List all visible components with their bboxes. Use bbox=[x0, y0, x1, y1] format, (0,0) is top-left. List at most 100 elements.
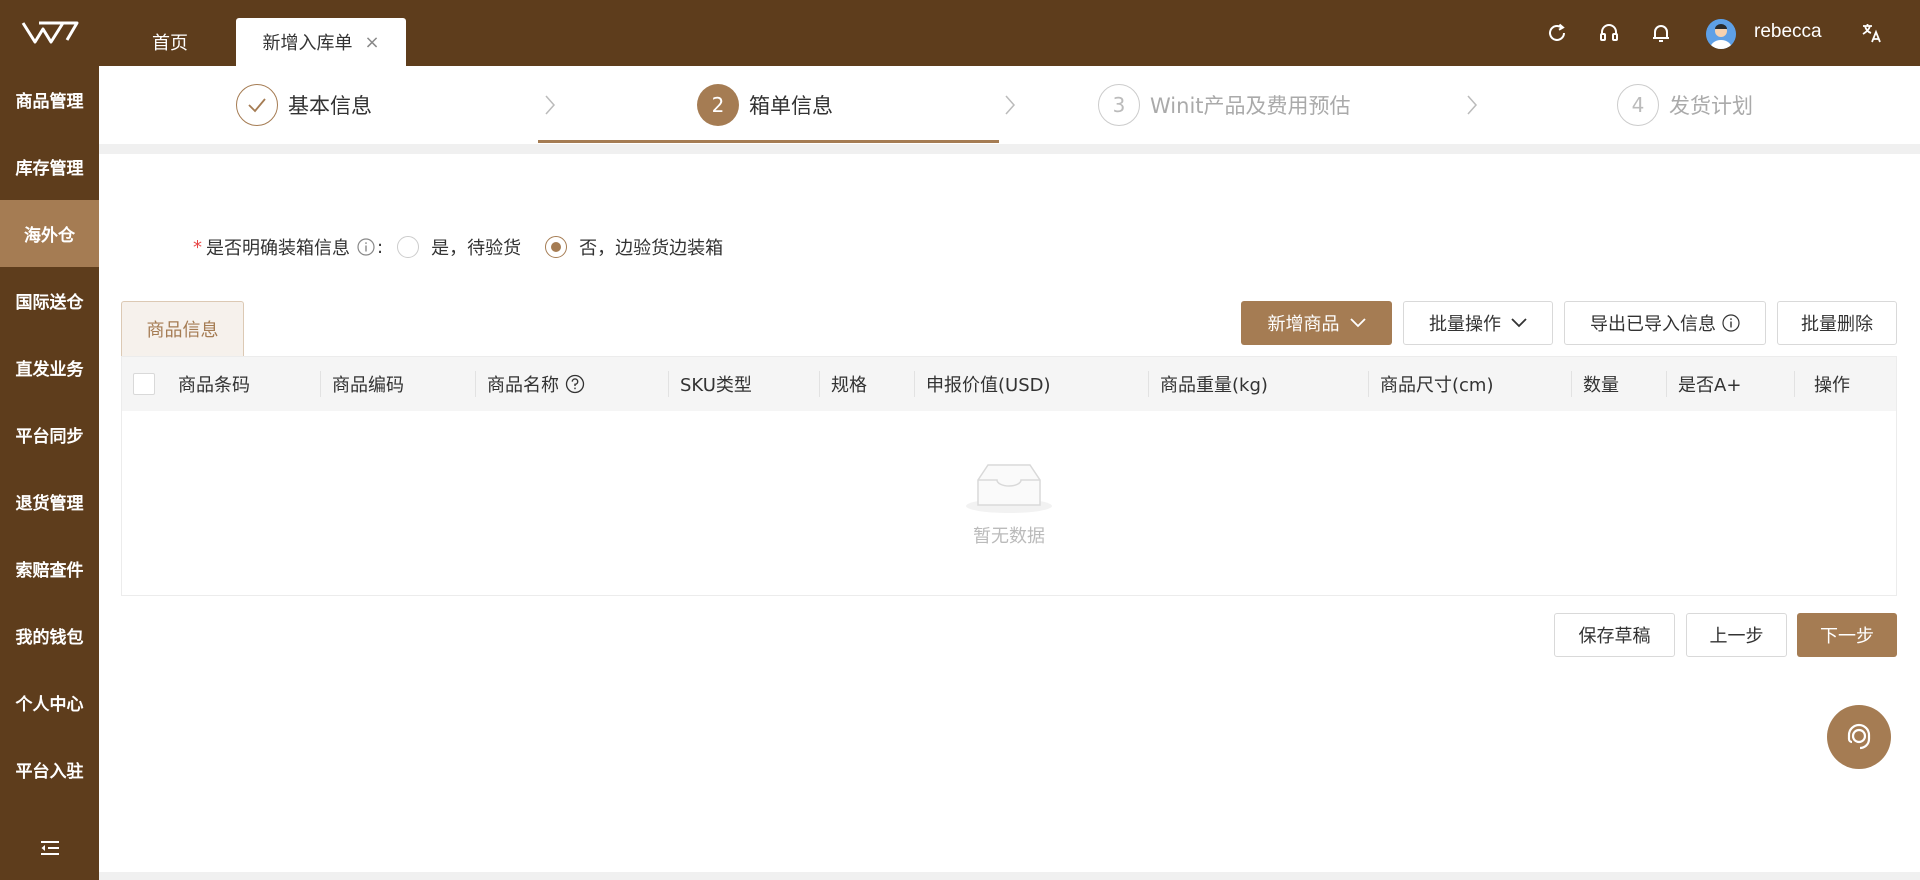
sidebar-item-inventory[interactable]: 库存管理 bbox=[0, 133, 99, 200]
translate-icon[interactable] bbox=[1859, 20, 1885, 46]
batch-operations-button[interactable]: 批量操作 bbox=[1403, 301, 1553, 345]
sidebar-item-wallet[interactable]: 我的钱包 bbox=[0, 602, 99, 669]
column-header-spec: 规格 bbox=[831, 375, 867, 396]
tab-home[interactable]: 首页 bbox=[129, 18, 211, 66]
column-header-declared-value: 申报价值(USD) bbox=[926, 375, 1051, 396]
chevron-right-icon bbox=[1467, 95, 1478, 115]
menu-fold-button[interactable] bbox=[0, 830, 99, 866]
step-shipping-plan[interactable]: 4 发货计划 bbox=[1617, 84, 1753, 126]
column-divider bbox=[819, 371, 820, 397]
export-imported-info-button[interactable]: 导出已导入信息 bbox=[1564, 301, 1766, 345]
empty-text: 暂无数据 bbox=[973, 526, 1045, 547]
sidebar-item-platform-sync[interactable]: 平台同步 bbox=[0, 401, 99, 468]
column-header-sku-type: SKU类型 bbox=[680, 375, 752, 396]
refresh-icon[interactable] bbox=[1544, 20, 1570, 46]
tab-new-inbound-order[interactable]: 新增入库单 × bbox=[236, 18, 406, 66]
sidebar-item-direct-shipping[interactable]: 直发业务 bbox=[0, 334, 99, 401]
tab-label: 新增入库单 bbox=[262, 33, 353, 54]
batch-operations-label: 批量操作 bbox=[1429, 314, 1501, 335]
headset-icon[interactable] bbox=[1596, 20, 1622, 46]
check-icon bbox=[236, 84, 278, 126]
tab-product-info[interactable]: 商品信息 bbox=[121, 301, 244, 356]
chevron-down-icon bbox=[1349, 318, 1366, 328]
sidebar-item-product-management[interactable]: 商品管理 bbox=[0, 66, 99, 133]
sidebar-item-international-delivery[interactable]: 国际送仓 bbox=[0, 267, 99, 334]
sidebar-item-platform-onboarding[interactable]: 平台入驻 bbox=[0, 736, 99, 803]
step-number: 2 bbox=[697, 84, 739, 126]
sidebar-item-returns[interactable]: 退货管理 bbox=[0, 468, 99, 535]
sidebar: 商品管理 库存管理 海外仓 国际送仓 直发业务 平台同步 退货管理 索赔查件 我… bbox=[0, 0, 99, 880]
bottom-border bbox=[99, 872, 1920, 880]
menu-fold-icon bbox=[40, 841, 59, 855]
column-header-product-code: 商品编码 bbox=[332, 375, 404, 396]
logo-icon bbox=[21, 21, 78, 44]
table-header: 商品条码 商品编码 商品名称 SKU类型 规格 申报价值(USD) 商品重量(k… bbox=[122, 357, 1896, 411]
column-divider bbox=[1571, 371, 1572, 397]
column-divider bbox=[668, 371, 669, 397]
username[interactable]: rebecca bbox=[1754, 21, 1822, 43]
sidebar-item-overseas-warehouse[interactable]: 海外仓 bbox=[0, 200, 99, 267]
active-step-underline bbox=[538, 140, 999, 143]
required-mark: * bbox=[193, 236, 202, 258]
export-imported-label: 导出已导入信息 bbox=[1590, 314, 1716, 335]
info-icon bbox=[1722, 314, 1740, 332]
step-title: 发货计划 bbox=[1669, 94, 1753, 118]
step-number: 3 bbox=[1098, 84, 1140, 126]
batch-delete-button[interactable]: 批量删除 bbox=[1777, 301, 1897, 345]
avatar[interactable] bbox=[1706, 19, 1736, 49]
radio-label: 否，边验货边装箱 bbox=[579, 238, 724, 259]
radio-no-inspect-while-packing[interactable]: 否，边验货边装箱 bbox=[545, 234, 723, 260]
sidebar-item-personal-center[interactable]: 个人中心 bbox=[0, 669, 99, 736]
column-label: 商品名称 bbox=[487, 375, 559, 396]
step-packing-info[interactable]: 2 箱单信息 bbox=[697, 84, 833, 126]
top-header: 首页 新增入库单 × rebecca bbox=[99, 0, 1920, 66]
step-basic-info[interactable]: 基本信息 bbox=[236, 84, 372, 126]
customer-service-button[interactable] bbox=[1827, 705, 1891, 769]
info-icon[interactable] bbox=[357, 238, 375, 256]
column-divider bbox=[1368, 371, 1369, 397]
column-divider bbox=[475, 371, 476, 397]
chevron-right-icon bbox=[1005, 95, 1016, 115]
radio-circle[interactable] bbox=[397, 236, 420, 258]
step-winit-product-fee[interactable]: 3 Winit产品及费用预估 bbox=[1098, 84, 1351, 126]
radio-yes-pending-inspection[interactable]: 是，待验货 bbox=[397, 234, 521, 260]
column-header-a-plus: 是否A+ bbox=[1678, 375, 1742, 396]
add-product-label: 新增商品 bbox=[1267, 314, 1340, 335]
colon: : bbox=[377, 236, 384, 258]
step-title: Winit产品及费用预估 bbox=[1150, 94, 1351, 118]
save-draft-button[interactable]: 保存草稿 bbox=[1554, 613, 1675, 657]
column-divider bbox=[1148, 371, 1149, 397]
column-divider bbox=[1666, 371, 1667, 397]
column-header-dimensions: 商品尺寸(cm) bbox=[1380, 375, 1494, 396]
column-divider bbox=[914, 371, 915, 397]
select-all-checkbox[interactable] bbox=[133, 373, 155, 395]
question-circle-icon[interactable] bbox=[565, 374, 585, 394]
packing-info-radio-group: * 是否明确装箱信息 : 是，待验货 否，边验货边装箱 bbox=[193, 232, 723, 262]
steps-bar: 基本信息 2 箱单信息 3 Winit产品及费用预估 4 发货计划 bbox=[99, 66, 1920, 144]
empty-state: 暂无数据 bbox=[122, 411, 1896, 595]
radio-circle-checked[interactable] bbox=[545, 236, 568, 258]
column-divider bbox=[320, 371, 321, 397]
bell-icon[interactable] bbox=[1648, 20, 1674, 46]
question-label: 是否明确装箱信息 bbox=[206, 238, 350, 259]
previous-step-button[interactable]: 上一步 bbox=[1686, 613, 1787, 657]
column-divider bbox=[1794, 371, 1795, 397]
close-icon[interactable]: × bbox=[364, 32, 379, 53]
step-number: 4 bbox=[1617, 84, 1659, 126]
chevron-down-icon bbox=[1511, 318, 1527, 328]
logo[interactable] bbox=[0, 0, 99, 66]
column-header-barcode: 商品条码 bbox=[178, 375, 250, 396]
product-table: 商品条码 商品编码 商品名称 SKU类型 规格 申报价值(USD) 商品重量(k… bbox=[121, 356, 1897, 596]
column-header-product-name: 商品名称 bbox=[487, 357, 585, 411]
next-step-button[interactable]: 下一步 bbox=[1797, 613, 1897, 657]
radio-label: 是，待验货 bbox=[431, 238, 522, 259]
empty-box-icon bbox=[966, 464, 1052, 513]
customer-service-icon bbox=[1847, 723, 1871, 750]
chevron-right-icon bbox=[545, 95, 556, 115]
step-title: 基本信息 bbox=[288, 94, 372, 118]
add-product-button[interactable]: 新增商品 bbox=[1241, 301, 1392, 345]
divider bbox=[99, 144, 1920, 154]
column-header-quantity: 数量 bbox=[1583, 375, 1619, 396]
sidebar-item-claims[interactable]: 索赔查件 bbox=[0, 535, 99, 602]
step-title: 箱单信息 bbox=[749, 94, 833, 118]
